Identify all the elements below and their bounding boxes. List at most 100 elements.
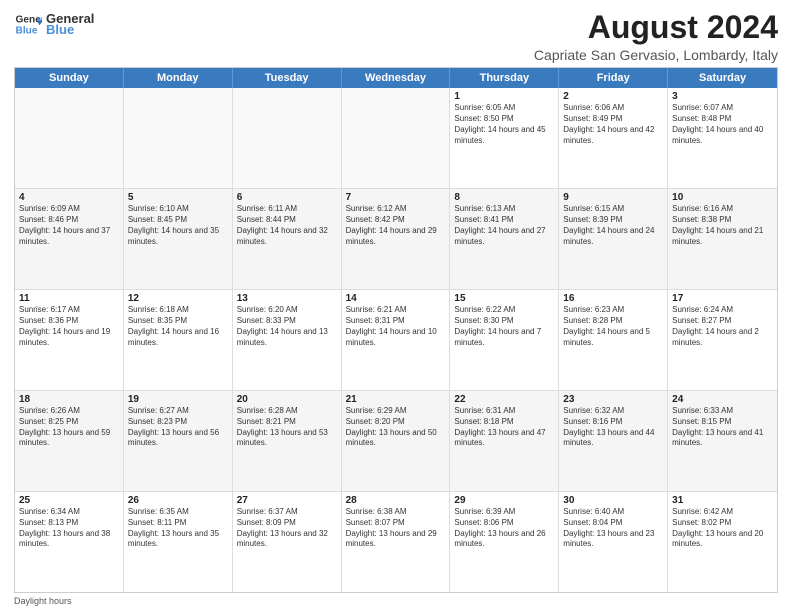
day-info: Sunrise: 6:16 AM Sunset: 8:38 PM Dayligh… — [672, 204, 773, 247]
cal-header-friday: Friday — [559, 68, 668, 88]
cal-cell-day-14: 14Sunrise: 6:21 AM Sunset: 8:31 PM Dayli… — [342, 290, 451, 390]
day-number: 19 — [128, 394, 228, 405]
cal-week-1: 1Sunrise: 6:05 AM Sunset: 8:50 PM Daylig… — [15, 88, 777, 189]
cal-cell-day-24: 24Sunrise: 6:33 AM Sunset: 8:15 PM Dayli… — [668, 391, 777, 491]
day-info: Sunrise: 6:09 AM Sunset: 8:46 PM Dayligh… — [19, 204, 119, 247]
cal-cell-day-22: 22Sunrise: 6:31 AM Sunset: 8:18 PM Dayli… — [450, 391, 559, 491]
cal-cell-day-20: 20Sunrise: 6:28 AM Sunset: 8:21 PM Dayli… — [233, 391, 342, 491]
day-number: 20 — [237, 394, 337, 405]
day-info: Sunrise: 6:34 AM Sunset: 8:13 PM Dayligh… — [19, 507, 119, 550]
cal-cell-day-12: 12Sunrise: 6:18 AM Sunset: 8:35 PM Dayli… — [124, 290, 233, 390]
cal-cell-day-11: 11Sunrise: 6:17 AM Sunset: 8:36 PM Dayli… — [15, 290, 124, 390]
cal-cell-day-9: 9Sunrise: 6:15 AM Sunset: 8:39 PM Daylig… — [559, 189, 668, 289]
day-info: Sunrise: 6:12 AM Sunset: 8:42 PM Dayligh… — [346, 204, 446, 247]
day-info: Sunrise: 6:07 AM Sunset: 8:48 PM Dayligh… — [672, 103, 773, 146]
cal-cell-day-4: 4Sunrise: 6:09 AM Sunset: 8:46 PM Daylig… — [15, 189, 124, 289]
day-number: 25 — [19, 495, 119, 506]
day-info: Sunrise: 6:17 AM Sunset: 8:36 PM Dayligh… — [19, 305, 119, 348]
cal-cell-day-28: 28Sunrise: 6:38 AM Sunset: 8:07 PM Dayli… — [342, 492, 451, 592]
cal-cell-day-27: 27Sunrise: 6:37 AM Sunset: 8:09 PM Dayli… — [233, 492, 342, 592]
cal-header-sunday: Sunday — [15, 68, 124, 88]
cal-cell-day-10: 10Sunrise: 6:16 AM Sunset: 8:38 PM Dayli… — [668, 189, 777, 289]
cal-cell-day-31: 31Sunrise: 6:42 AM Sunset: 8:02 PM Dayli… — [668, 492, 777, 592]
day-number: 7 — [346, 192, 446, 203]
cal-cell-day-2: 2Sunrise: 6:06 AM Sunset: 8:49 PM Daylig… — [559, 88, 668, 188]
day-number: 6 — [237, 192, 337, 203]
calendar: SundayMondayTuesdayWednesdayThursdayFrid… — [14, 67, 778, 593]
day-number: 18 — [19, 394, 119, 405]
day-number: 21 — [346, 394, 446, 405]
day-info: Sunrise: 6:26 AM Sunset: 8:25 PM Dayligh… — [19, 406, 119, 449]
day-number: 17 — [672, 293, 773, 304]
day-number: 12 — [128, 293, 228, 304]
day-number: 15 — [454, 293, 554, 304]
cal-cell-day-6: 6Sunrise: 6:11 AM Sunset: 8:44 PM Daylig… — [233, 189, 342, 289]
day-number: 26 — [128, 495, 228, 506]
cal-cell-empty — [15, 88, 124, 188]
day-info: Sunrise: 6:23 AM Sunset: 8:28 PM Dayligh… — [563, 305, 663, 348]
main-title: August 2024 — [534, 10, 778, 45]
day-info: Sunrise: 6:22 AM Sunset: 8:30 PM Dayligh… — [454, 305, 554, 348]
title-block: August 2024 Capriate San Gervasio, Lomba… — [534, 10, 778, 63]
page: General Blue General Blue August 2024 Ca… — [0, 0, 792, 612]
cal-week-5: 25Sunrise: 6:34 AM Sunset: 8:13 PM Dayli… — [15, 492, 777, 592]
day-number: 16 — [563, 293, 663, 304]
cal-cell-day-26: 26Sunrise: 6:35 AM Sunset: 8:11 PM Dayli… — [124, 492, 233, 592]
cal-cell-empty — [342, 88, 451, 188]
day-info: Sunrise: 6:32 AM Sunset: 8:16 PM Dayligh… — [563, 406, 663, 449]
footer-note: Daylight hours — [14, 596, 778, 606]
day-number: 1 — [454, 91, 554, 102]
day-info: Sunrise: 6:27 AM Sunset: 8:23 PM Dayligh… — [128, 406, 228, 449]
day-number: 14 — [346, 293, 446, 304]
day-info: Sunrise: 6:20 AM Sunset: 8:33 PM Dayligh… — [237, 305, 337, 348]
day-info: Sunrise: 6:28 AM Sunset: 8:21 PM Dayligh… — [237, 406, 337, 449]
day-number: 30 — [563, 495, 663, 506]
day-info: Sunrise: 6:31 AM Sunset: 8:18 PM Dayligh… — [454, 406, 554, 449]
day-info: Sunrise: 6:06 AM Sunset: 8:49 PM Dayligh… — [563, 103, 663, 146]
day-number: 9 — [563, 192, 663, 203]
day-number: 8 — [454, 192, 554, 203]
cal-cell-day-18: 18Sunrise: 6:26 AM Sunset: 8:25 PM Dayli… — [15, 391, 124, 491]
calendar-header: SundayMondayTuesdayWednesdayThursdayFrid… — [15, 68, 777, 88]
cal-week-3: 11Sunrise: 6:17 AM Sunset: 8:36 PM Dayli… — [15, 290, 777, 391]
day-info: Sunrise: 6:33 AM Sunset: 8:15 PM Dayligh… — [672, 406, 773, 449]
cal-cell-day-15: 15Sunrise: 6:22 AM Sunset: 8:30 PM Dayli… — [450, 290, 559, 390]
cal-cell-day-5: 5Sunrise: 6:10 AM Sunset: 8:45 PM Daylig… — [124, 189, 233, 289]
cal-week-4: 18Sunrise: 6:26 AM Sunset: 8:25 PM Dayli… — [15, 391, 777, 492]
day-number: 5 — [128, 192, 228, 203]
cal-week-2: 4Sunrise: 6:09 AM Sunset: 8:46 PM Daylig… — [15, 189, 777, 290]
cal-cell-day-19: 19Sunrise: 6:27 AM Sunset: 8:23 PM Dayli… — [124, 391, 233, 491]
day-info: Sunrise: 6:21 AM Sunset: 8:31 PM Dayligh… — [346, 305, 446, 348]
cal-cell-empty — [124, 88, 233, 188]
logo: General Blue General Blue — [14, 10, 94, 38]
logo-icon: General Blue — [14, 10, 42, 38]
cal-cell-day-16: 16Sunrise: 6:23 AM Sunset: 8:28 PM Dayli… — [559, 290, 668, 390]
day-info: Sunrise: 6:38 AM Sunset: 8:07 PM Dayligh… — [346, 507, 446, 550]
cal-header-thursday: Thursday — [450, 68, 559, 88]
day-number: 29 — [454, 495, 554, 506]
cal-cell-day-3: 3Sunrise: 6:07 AM Sunset: 8:48 PM Daylig… — [668, 88, 777, 188]
svg-text:Blue: Blue — [16, 25, 38, 36]
sub-title: Capriate San Gervasio, Lombardy, Italy — [534, 47, 778, 63]
day-number: 23 — [563, 394, 663, 405]
cal-cell-day-13: 13Sunrise: 6:20 AM Sunset: 8:33 PM Dayli… — [233, 290, 342, 390]
day-info: Sunrise: 6:18 AM Sunset: 8:35 PM Dayligh… — [128, 305, 228, 348]
cal-cell-day-1: 1Sunrise: 6:05 AM Sunset: 8:50 PM Daylig… — [450, 88, 559, 188]
cal-header-saturday: Saturday — [668, 68, 777, 88]
cal-header-tuesday: Tuesday — [233, 68, 342, 88]
day-number: 27 — [237, 495, 337, 506]
day-number: 28 — [346, 495, 446, 506]
cal-cell-empty — [233, 88, 342, 188]
day-number: 4 — [19, 192, 119, 203]
day-info: Sunrise: 6:42 AM Sunset: 8:02 PM Dayligh… — [672, 507, 773, 550]
day-info: Sunrise: 6:39 AM Sunset: 8:06 PM Dayligh… — [454, 507, 554, 550]
day-info: Sunrise: 6:15 AM Sunset: 8:39 PM Dayligh… — [563, 204, 663, 247]
day-info: Sunrise: 6:35 AM Sunset: 8:11 PM Dayligh… — [128, 507, 228, 550]
cal-cell-day-25: 25Sunrise: 6:34 AM Sunset: 8:13 PM Dayli… — [15, 492, 124, 592]
day-info: Sunrise: 6:29 AM Sunset: 8:20 PM Dayligh… — [346, 406, 446, 449]
cal-cell-day-7: 7Sunrise: 6:12 AM Sunset: 8:42 PM Daylig… — [342, 189, 451, 289]
day-info: Sunrise: 6:05 AM Sunset: 8:50 PM Dayligh… — [454, 103, 554, 146]
day-number: 11 — [19, 293, 119, 304]
day-info: Sunrise: 6:10 AM Sunset: 8:45 PM Dayligh… — [128, 204, 228, 247]
cal-cell-day-17: 17Sunrise: 6:24 AM Sunset: 8:27 PM Dayli… — [668, 290, 777, 390]
